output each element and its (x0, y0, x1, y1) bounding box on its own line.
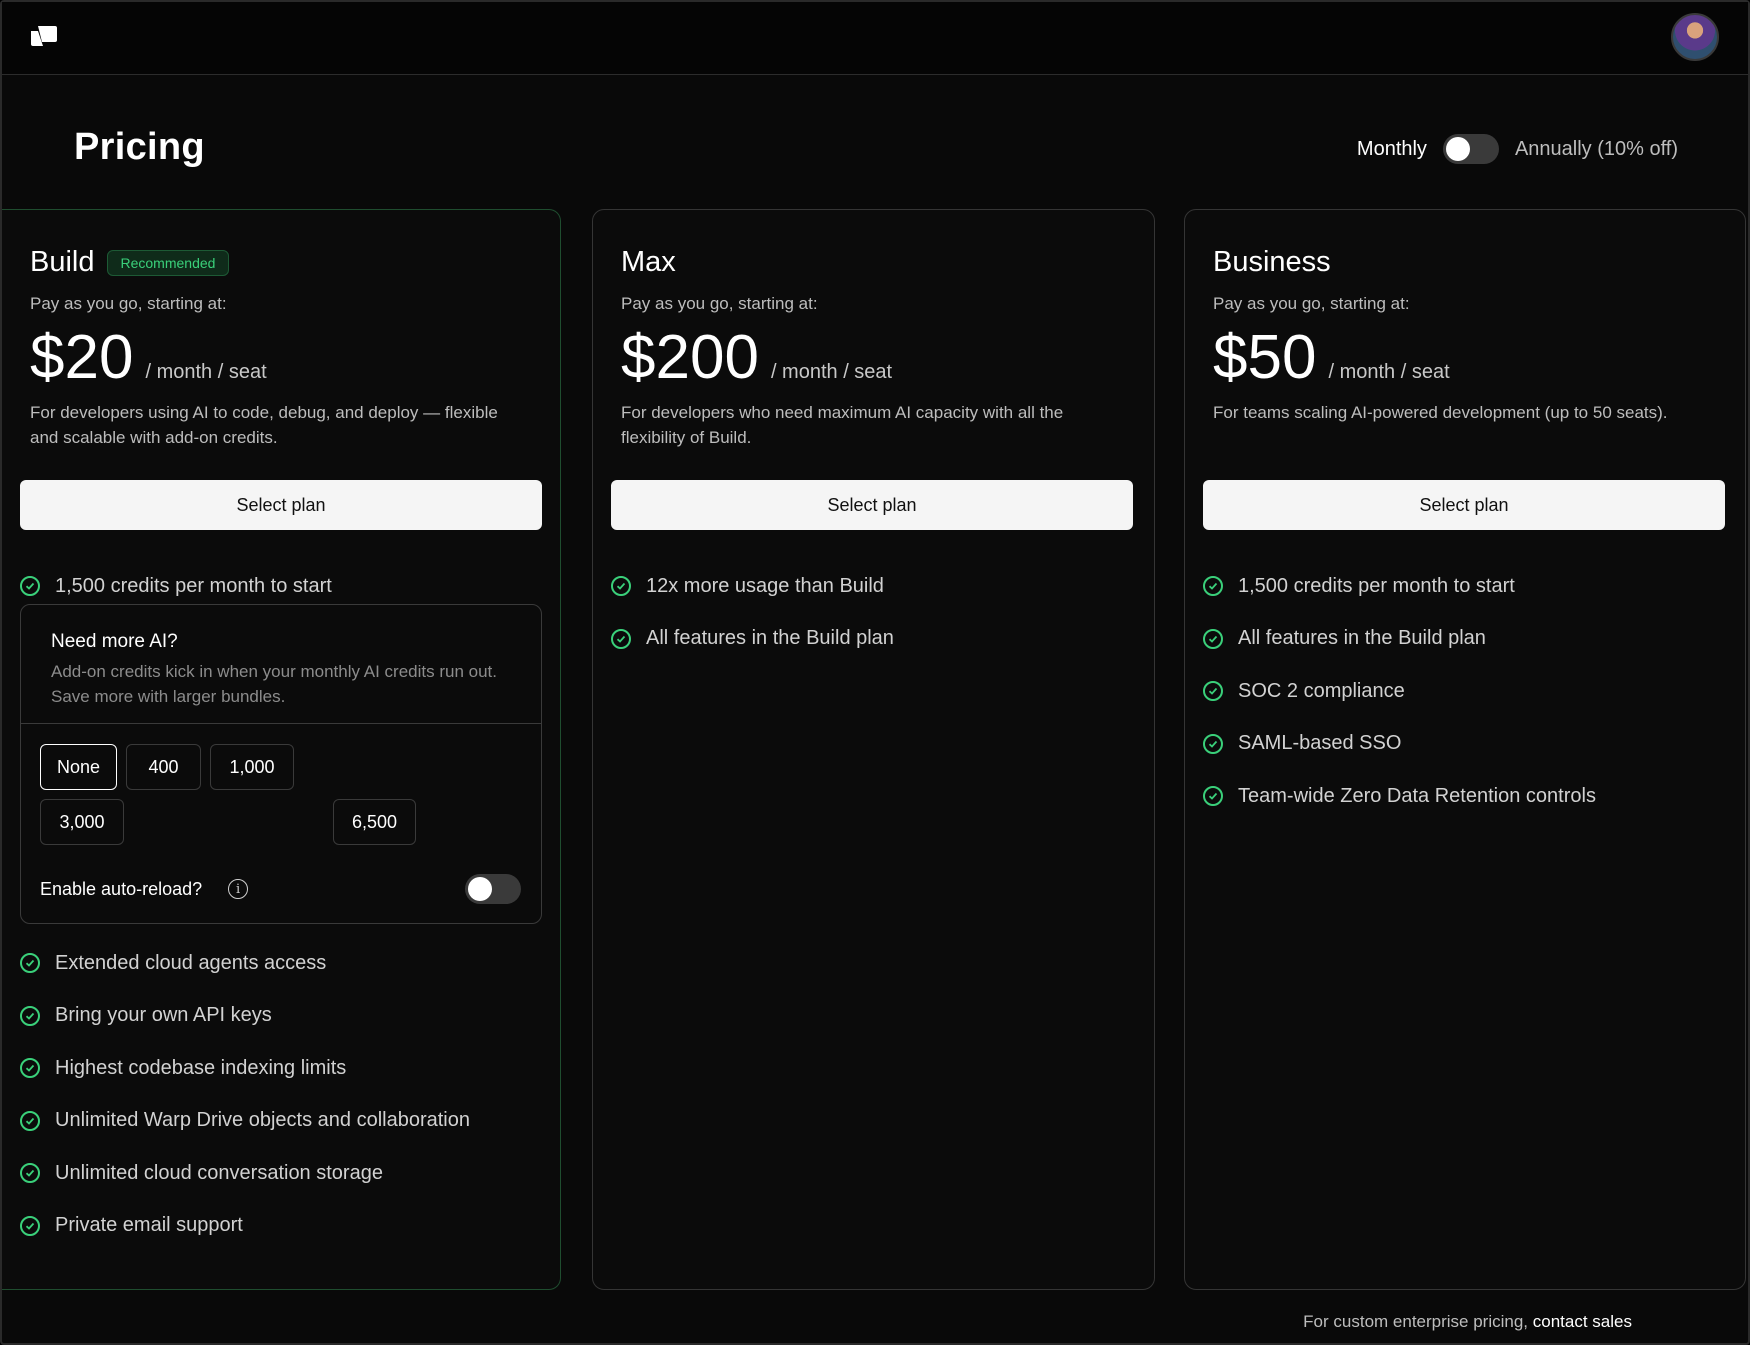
plan-description: For developers who need maximum AI capac… (621, 403, 1064, 447)
annual-label[interactable]: Annually (10% off) (1515, 138, 1678, 161)
select-plan-button[interactable]: Select plan (611, 480, 1133, 530)
feature-item: Bring your own API keys (20, 990, 550, 1043)
feature-label: Unlimited cloud conversation storage (55, 1161, 383, 1184)
feature-item: Extended cloud agents access (20, 937, 550, 990)
check-circle-icon (20, 1005, 40, 1026)
check-circle-icon (20, 1058, 40, 1079)
toggle-knob (1445, 137, 1470, 161)
feature-item: Highest codebase indexing limits (20, 1042, 550, 1095)
feature-item: Unlimited Warp Drive objects and collabo… (20, 1095, 550, 1148)
bundle-option-none[interactable]: None (40, 744, 117, 790)
price-unit: / month / seat (145, 361, 267, 383)
feature-list: 12x more usage than Build All features i… (611, 560, 1141, 665)
plan-price: $200 (621, 323, 759, 392)
price-unit: / month / seat (770, 361, 893, 383)
warp-logo-icon[interactable] (29, 24, 57, 48)
pricing-page: Pricing Monthly Annually (10% off) Build… (0, 0, 1750, 1345)
auto-reload-toggle[interactable] (465, 874, 521, 904)
check-circle-icon (1203, 681, 1223, 702)
bundle-option-1000[interactable]: 1,000 (210, 744, 294, 790)
auto-reload-label: Enable auto-reload? (40, 878, 203, 899)
plan-card-build: Build Recommended Pay as you go, startin… (2, 209, 561, 1290)
check-circle-icon (1203, 576, 1223, 597)
info-icon[interactable]: i (228, 879, 249, 899)
plan-name: Build (30, 246, 95, 278)
plan-card-max: Max Pay as you go, starting at: $200 / m… (592, 209, 1155, 1290)
plan-price: $20 (30, 323, 134, 392)
addon-description: Add-on credits kick in when your monthly… (51, 662, 497, 706)
feature-label: 12x more usage than Build (646, 574, 884, 597)
billing-toggle[interactable] (1442, 134, 1499, 164)
select-plan-button[interactable]: Select plan (20, 480, 542, 530)
feature-label: All features in the Build plan (646, 627, 894, 650)
monthly-label[interactable]: Monthly (1357, 138, 1427, 161)
feature-label: 1,500 credits per month to start (55, 574, 332, 597)
plan-subtitle: Pay as you go, starting at: (621, 294, 818, 313)
check-circle-icon (611, 576, 631, 597)
feature-label: All features in the Build plan (1238, 627, 1486, 650)
plan-price: $50 (1213, 323, 1317, 392)
check-circle-icon (1203, 628, 1223, 649)
feature-item: Team-wide Zero Data Retention controls (1203, 770, 1733, 823)
feature-label: SAML-based SSO (1238, 732, 1402, 755)
feature-label: SOC 2 compliance (1238, 679, 1405, 702)
check-circle-icon (20, 1163, 40, 1184)
bundle-option-6500[interactable]: 6,500 (333, 799, 416, 845)
feature-item: All features in the Build plan (611, 613, 1141, 666)
user-avatar[interactable] (1671, 13, 1719, 61)
check-circle-icon (20, 1215, 40, 1236)
feature-label: 1,500 credits per month to start (1238, 574, 1515, 597)
check-circle-icon (1203, 733, 1223, 754)
addon-title: Need more AI? (51, 631, 178, 652)
recommended-badge: Recommended (106, 249, 230, 276)
feature-label: Bring your own API keys (55, 1004, 272, 1027)
divider (21, 723, 541, 724)
feature-item: SAML-based SSO (1203, 718, 1733, 771)
feature-label: Extended cloud agents access (55, 951, 327, 974)
feature-item: 1,500 credits per month to start (1203, 560, 1733, 613)
select-plan-button[interactable]: Select plan (1203, 480, 1725, 530)
feature-label: Team-wide Zero Data Retention controls (1238, 784, 1596, 807)
billing-period-switch: Monthly Annually (10% off) (1357, 132, 1678, 166)
addon-credits-panel: Need more AI? Add-on credits kick in whe… (20, 604, 542, 924)
feature-item: All features in the Build plan (1203, 613, 1733, 666)
auto-reload-row: Enable auto-reload? i (40, 873, 521, 905)
bundle-option-400[interactable]: 400 (126, 744, 201, 790)
price-unit: / month / seat (1328, 361, 1450, 383)
contact-sales-link[interactable]: contact sales (1533, 1312, 1632, 1331)
plan-subtitle: Pay as you go, starting at: (30, 294, 227, 313)
plan-name: Max (621, 246, 676, 278)
feature-label: Unlimited Warp Drive objects and collabo… (55, 1109, 470, 1132)
page-title: Pricing (74, 126, 205, 168)
feature-list: Extended cloud agents access Bring your … (20, 937, 550, 1252)
feature-item: SOC 2 compliance (1203, 665, 1733, 718)
feature-list: 1,500 credits per month to start All fea… (1203, 560, 1733, 823)
plan-name: Business (1213, 246, 1331, 278)
enterprise-footer: For custom enterprise pricing, contact s… (1303, 1312, 1632, 1332)
feature-label: Highest codebase indexing limits (55, 1056, 347, 1079)
check-circle-icon (1203, 786, 1223, 807)
feature-item: Private email support (20, 1200, 550, 1253)
check-circle-icon (20, 576, 40, 597)
toggle-knob (468, 877, 492, 901)
plan-card-business: Business Pay as you go, starting at: $50… (1184, 209, 1746, 1290)
plan-description: For teams scaling AI-powered development… (1213, 403, 1668, 422)
check-circle-icon (20, 1110, 40, 1131)
top-bar (2, 2, 1748, 75)
feature-item: Unlimited cloud conversation storage (20, 1147, 550, 1200)
plan-subtitle: Pay as you go, starting at: (1213, 294, 1410, 313)
check-circle-icon (20, 953, 40, 974)
feature-item: 12x more usage than Build (611, 560, 1141, 613)
feature-label: Private email support (55, 1214, 243, 1237)
bundle-options: None 400 1,000 3,000 6,500 (40, 744, 520, 845)
plan-description: For developers using AI to code, debug, … (30, 403, 498, 447)
bundle-option-3000[interactable]: 3,000 (40, 799, 124, 845)
footer-text: For custom enterprise pricing, (1303, 1312, 1533, 1331)
check-circle-icon (611, 628, 631, 649)
